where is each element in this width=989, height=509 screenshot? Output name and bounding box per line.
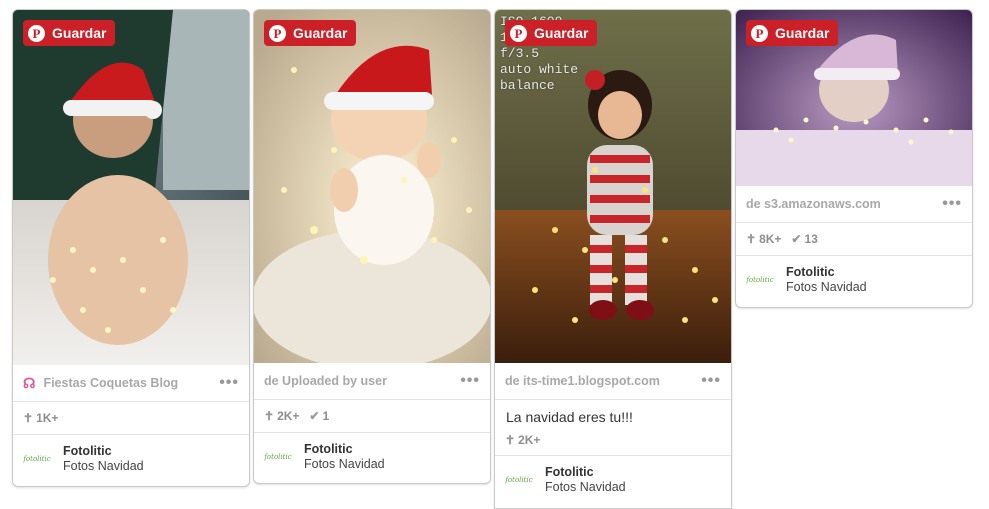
- pin-stats: ✝ 2K+: [495, 425, 731, 456]
- source-link[interactable]: de its-time1.blogspot.com: [505, 374, 660, 388]
- source-link[interactable]: de s3.amazonaws.com: [746, 197, 881, 211]
- pin-card-4[interactable]: P Guardar de s3.amazonaws.com ••• ✝ 8K+ …: [735, 9, 973, 308]
- board-thumbnail[interactable]: fotolitic: [746, 266, 774, 294]
- like-count: ✔ 13: [791, 232, 818, 246]
- pin-icon: ✝: [264, 409, 275, 423]
- pinterest-logo-icon: P: [28, 24, 45, 42]
- pin-source[interactable]: de Uploaded by user •••: [254, 363, 490, 400]
- fiestas-coquetas-logo-icon: ☊: [23, 374, 36, 391]
- check-icon: ✔: [791, 232, 802, 246]
- save-button[interactable]: P Guardar: [505, 20, 598, 46]
- pin-icon: ✝: [746, 232, 757, 246]
- board-thumbnail[interactable]: fotolitic: [505, 466, 533, 494]
- save-button-label: Guardar: [293, 25, 348, 41]
- repin-count: ✝ 1K+: [23, 411, 59, 425]
- save-button[interactable]: P Guardar: [746, 20, 839, 46]
- more-options-icon[interactable]: •••: [942, 195, 962, 213]
- pin-icon: ✝: [505, 433, 516, 447]
- save-button-label: Guardar: [534, 25, 589, 41]
- pin-stats: ✝ 2K+ ✔ 1: [254, 400, 490, 433]
- save-button-label: Guardar: [52, 25, 107, 41]
- baby-christmas-lights-photo: [13, 10, 249, 365]
- board-thumbnail[interactable]: fotolitic: [23, 445, 51, 473]
- pin-card-1[interactable]: P Guardar ☊ Fiestas Coquetas Blog ••• ✝ …: [12, 9, 250, 487]
- save-button-label: Guardar: [775, 25, 830, 41]
- pin-image-1[interactable]: P Guardar: [13, 10, 249, 365]
- pin-description: La navidad eres tu!!!: [506, 409, 633, 425]
- board-attribution[interactable]: fotolitic Fotolitic Fotos Navidad: [13, 435, 249, 483]
- repin-count: ✝ 2K+: [264, 409, 300, 423]
- pin-image-3[interactable]: ISO 1600 1/125 f/3.5 auto white balance …: [495, 10, 731, 363]
- pin-image-2[interactable]: P Guardar: [254, 10, 490, 363]
- pin-stats: ✝ 8K+ ✔ 13: [736, 223, 972, 256]
- board-name[interactable]: Fotos Navidad: [545, 480, 626, 495]
- pinterest-logo-icon: P: [510, 24, 527, 42]
- like-count: ✔ 1: [309, 409, 330, 423]
- pinterest-logo-icon: P: [751, 24, 768, 42]
- repin-count: ✝ 8K+: [746, 232, 782, 246]
- baby-santa-hat-lights-photo: [254, 10, 490, 363]
- pinterest-logo-icon: P: [269, 24, 286, 42]
- pin-stats: ✝ 1K+: [13, 402, 249, 435]
- pinner-name[interactable]: Fotolitic: [786, 265, 867, 280]
- board-attribution[interactable]: fotolitic Fotolitic Fotos Navidad: [254, 433, 490, 481]
- pin-source[interactable]: de s3.amazonaws.com •••: [736, 186, 972, 223]
- pinner-name[interactable]: Fotolitic: [545, 465, 626, 480]
- more-options-icon[interactable]: •••: [219, 374, 239, 392]
- pin-icon: ✝: [23, 411, 34, 425]
- save-button[interactable]: P Guardar: [264, 20, 357, 46]
- board-name[interactable]: Fotos Navidad: [786, 280, 867, 295]
- more-options-icon[interactable]: •••: [701, 372, 721, 390]
- pin-source[interactable]: ☊ Fiestas Coquetas Blog •••: [13, 365, 249, 402]
- pin-card-3[interactable]: ISO 1600 1/125 f/3.5 auto white balance …: [494, 9, 732, 509]
- repin-count: ✝ 2K+: [505, 433, 541, 447]
- source-link[interactable]: de Uploaded by user: [264, 374, 387, 388]
- pin-card-2[interactable]: P Guardar de Uploaded by user ••• ✝ 2K+ …: [253, 9, 491, 484]
- check-icon: ✔: [309, 409, 320, 423]
- board-name[interactable]: Fotos Navidad: [63, 459, 144, 474]
- pinner-name[interactable]: Fotolitic: [63, 444, 144, 459]
- board-attribution[interactable]: fotolitic Fotolitic Fotos Navidad: [495, 456, 731, 504]
- board-attribution[interactable]: fotolitic Fotolitic Fotos Navidad: [736, 256, 972, 304]
- source-link[interactable]: Fiestas Coquetas Blog: [43, 376, 178, 390]
- save-button[interactable]: P Guardar: [23, 20, 116, 46]
- pin-source[interactable]: de its-time1.blogspot.com •••: [495, 363, 731, 400]
- board-name[interactable]: Fotos Navidad: [304, 457, 385, 472]
- pin-image-4[interactable]: P Guardar: [736, 10, 972, 186]
- pinner-name[interactable]: Fotolitic: [304, 442, 385, 457]
- board-thumbnail[interactable]: fotolitic: [264, 443, 292, 471]
- more-options-icon[interactable]: •••: [460, 372, 480, 390]
